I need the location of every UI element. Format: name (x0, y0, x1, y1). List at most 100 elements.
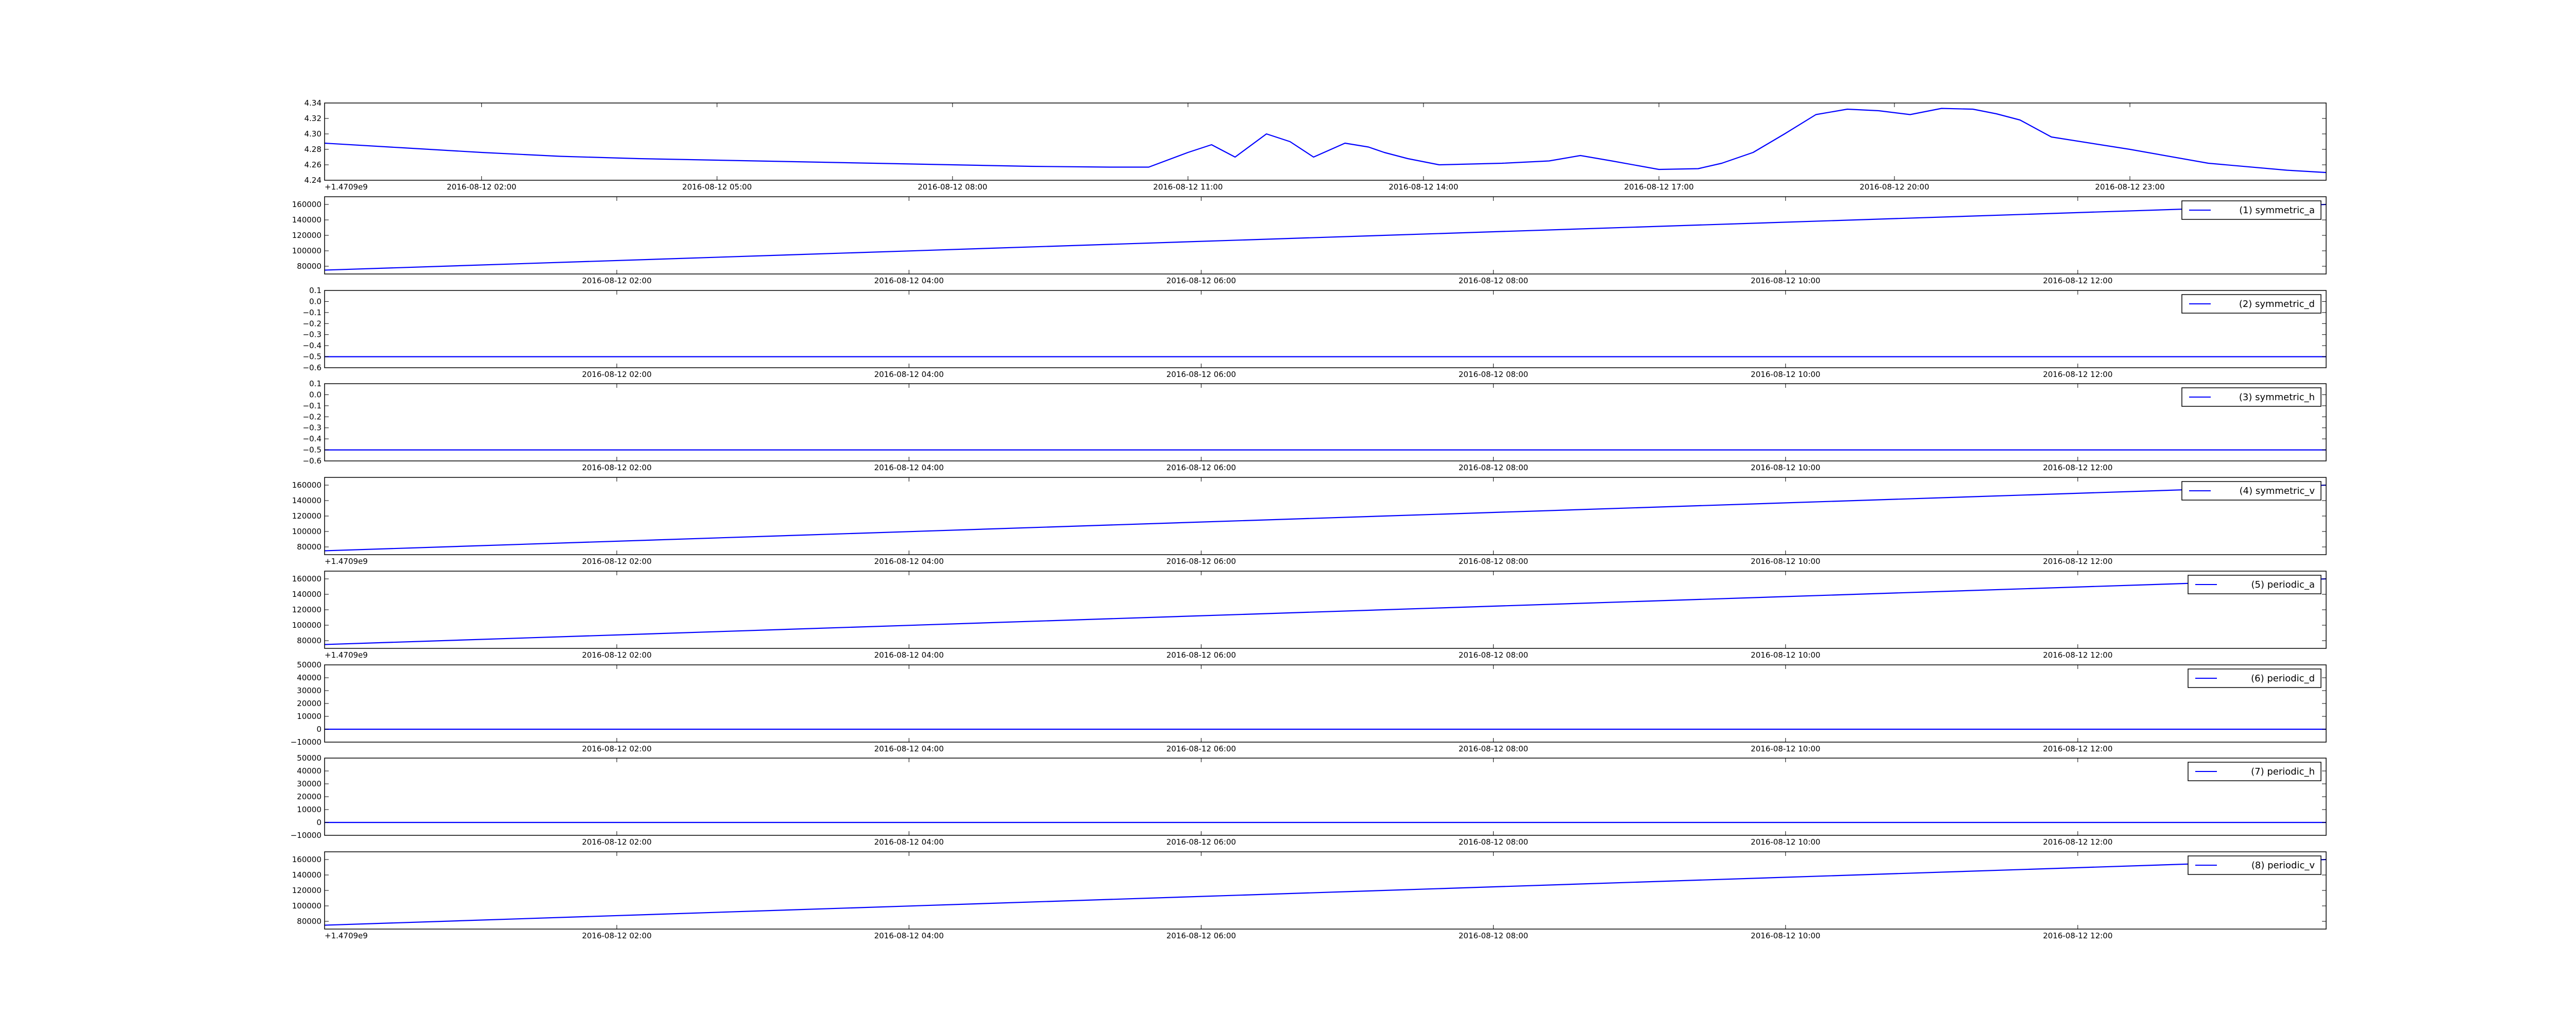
legend: (7) periodic_h (2188, 762, 2321, 781)
x-tick-label: 2016-08-12 04:00 (874, 650, 944, 660)
x-tick-label: 2016-08-12 10:00 (1751, 837, 1820, 847)
y-tick-label: 0.0 (309, 390, 321, 399)
legend-label: (6) periodic_d (2251, 673, 2315, 684)
y-tick-label: 0 (316, 725, 321, 734)
y-tick-label: 50000 (297, 753, 321, 763)
y-tick-label: 140000 (292, 496, 321, 505)
y-tick-label: 100000 (292, 246, 321, 255)
x-tick-label: 2016-08-12 04:00 (874, 557, 944, 566)
x-tick-label: 2016-08-12 12:00 (2043, 276, 2112, 285)
y-tick-label: −0.3 (303, 330, 321, 339)
legend-label: (1) symmetric_a (2239, 205, 2315, 216)
x-tick-label: 2016-08-12 12:00 (2043, 557, 2112, 566)
x-tick-label: 2016-08-12 06:00 (1166, 276, 1236, 285)
x-tick-label: 2016-08-12 02:00 (447, 182, 516, 192)
y-tick-label: 80000 (297, 636, 321, 645)
x-tick-label: 2016-08-12 02:00 (582, 463, 652, 472)
x-tick-label: 2016-08-12 06:00 (1166, 837, 1236, 847)
legend-label: (5) periodic_a (2251, 579, 2315, 590)
x-tick-label: 2016-08-12 10:00 (1751, 650, 1820, 660)
x-tick-label: 2016-08-12 08:00 (1459, 370, 1528, 379)
x-tick-label: 2016-08-12 10:00 (1751, 276, 1820, 285)
x-tick-label: 2016-08-12 23:00 (2095, 182, 2165, 192)
x-tick-label: 2016-08-12 11:00 (1153, 182, 1223, 192)
x-tick-label: 2016-08-12 08:00 (1459, 931, 1528, 940)
x-tick-label: 2016-08-12 06:00 (1166, 370, 1236, 379)
y-tick-label: 100000 (292, 527, 321, 536)
y-tick-label: −0.5 (303, 445, 321, 455)
y-tick-label: −0.6 (303, 456, 321, 466)
y-tick-label: 4.30 (304, 129, 321, 139)
offset-text: +1.4709e9 (325, 650, 368, 660)
y-tick-label: −0.6 (303, 363, 321, 372)
y-tick-label: 40000 (297, 673, 321, 682)
y-tick-label: 4.34 (304, 98, 321, 108)
legend-label: (4) symmetric_v (2240, 486, 2315, 496)
x-tick-label: 2016-08-12 17:00 (1624, 182, 1693, 192)
y-tick-label: −0.1 (303, 308, 321, 317)
y-tick-label: 120000 (292, 886, 321, 895)
y-tick-label: 120000 (292, 605, 321, 614)
y-tick-label: 30000 (297, 686, 321, 695)
legend: (2) symmetric_d (2181, 294, 2321, 314)
offset-text: +1.4709e9 (325, 557, 368, 566)
y-tick-label: −10000 (291, 737, 321, 747)
legend: (4) symmetric_v (2181, 481, 2321, 501)
x-tick-label: 2016-08-12 10:00 (1751, 370, 1820, 379)
x-tick-label: 2016-08-12 10:00 (1751, 463, 1820, 472)
x-tick-label: 2016-08-12 04:00 (874, 276, 944, 285)
y-tick-label: 120000 (292, 231, 321, 240)
y-tick-label: −0.4 (303, 341, 321, 350)
x-tick-label: 2016-08-12 12:00 (2043, 370, 2112, 379)
x-tick-label: 2016-08-12 08:00 (1459, 463, 1528, 472)
y-tick-label: 30000 (297, 779, 321, 788)
y-tick-label: 0.1 (309, 286, 321, 295)
y-tick-label: 0 (316, 818, 321, 827)
y-tick-label: 80000 (297, 917, 321, 926)
x-tick-label: 2016-08-12 05:00 (682, 182, 752, 192)
y-tick-label: −0.1 (303, 401, 321, 410)
y-tick-label: −0.4 (303, 434, 321, 443)
y-tick-label: 20000 (297, 792, 321, 801)
y-tick-label: −0.2 (303, 319, 321, 328)
legend-label: (3) symmetric_h (2239, 392, 2315, 403)
x-tick-label: 2016-08-12 12:00 (2043, 744, 2112, 753)
y-tick-label: 140000 (292, 590, 321, 599)
x-tick-label: 2016-08-12 10:00 (1751, 744, 1820, 753)
legend: (6) periodic_d (2188, 668, 2321, 688)
x-tick-label: 2016-08-12 12:00 (2043, 837, 2112, 847)
x-tick-label: 2016-08-12 10:00 (1751, 557, 1820, 566)
x-tick-label: 2016-08-12 02:00 (582, 744, 652, 753)
y-tick-label: 4.26 (304, 160, 321, 169)
offset-text: +1.4709e9 (325, 182, 368, 192)
x-tick-label: 2016-08-12 02:00 (582, 370, 652, 379)
y-tick-label: 40000 (297, 766, 321, 776)
legend: (5) periodic_a (2188, 575, 2321, 594)
legend-label: (7) periodic_h (2251, 766, 2315, 777)
x-tick-label: 2016-08-12 04:00 (874, 931, 944, 940)
x-tick-label: 2016-08-12 14:00 (1388, 182, 1458, 192)
x-tick-label: 2016-08-12 06:00 (1166, 744, 1236, 753)
x-tick-label: 2016-08-12 10:00 (1751, 931, 1820, 940)
x-tick-label: 2016-08-12 02:00 (582, 837, 652, 847)
y-tick-label: 100000 (292, 621, 321, 630)
x-tick-label: 2016-08-12 08:00 (918, 182, 987, 192)
x-tick-label: 2016-08-12 12:00 (2043, 463, 2112, 472)
offset-text: +1.4709e9 (325, 931, 368, 940)
y-tick-label: 10000 (297, 712, 321, 721)
x-tick-label: 2016-08-12 06:00 (1166, 650, 1236, 660)
y-tick-label: 80000 (297, 542, 321, 552)
y-tick-label: 100000 (292, 901, 321, 911)
y-tick-label: 4.28 (304, 145, 321, 154)
x-tick-label: 2016-08-12 08:00 (1459, 744, 1528, 753)
y-tick-label: 10000 (297, 805, 321, 814)
y-tick-label: 4.32 (304, 114, 321, 123)
x-tick-label: 2016-08-12 04:00 (874, 837, 944, 847)
y-tick-label: −0.2 (303, 412, 321, 421)
x-tick-label: 2016-08-12 08:00 (1459, 650, 1528, 660)
figure-background (0, 0, 2576, 1030)
y-tick-label: 80000 (297, 262, 321, 271)
y-tick-label: 140000 (292, 870, 321, 880)
x-tick-label: 2016-08-12 02:00 (582, 276, 652, 285)
x-tick-label: 2016-08-12 04:00 (874, 744, 944, 753)
